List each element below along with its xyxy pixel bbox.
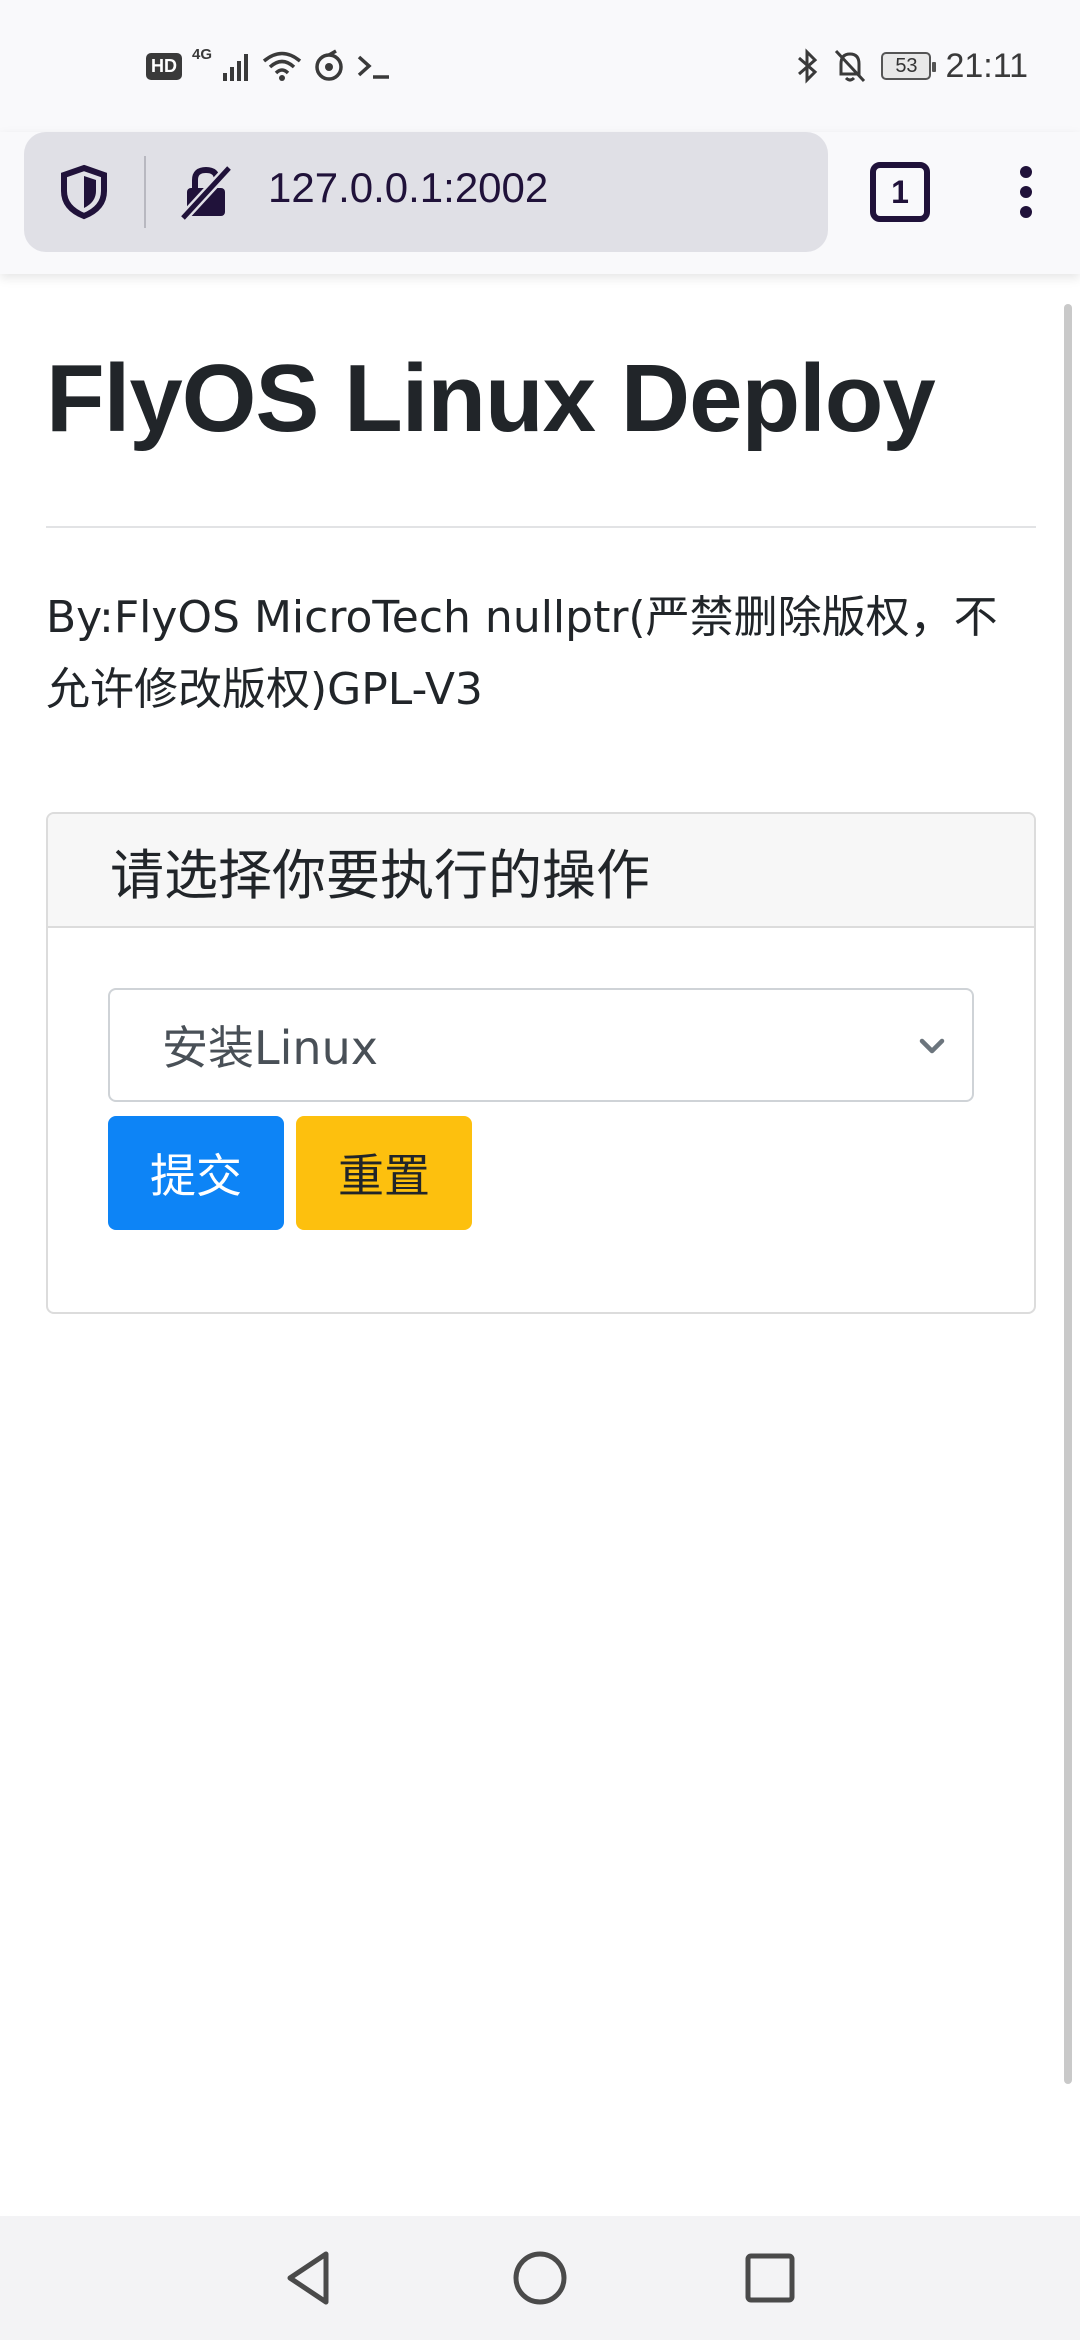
bell-off-icon [835,49,866,83]
url-text[interactable]: 127.0.0.1:2002 [268,164,548,212]
browser-toolbar: 127.0.0.1:2002 1 [0,132,1080,274]
insecure-lock-icon[interactable] [176,162,236,222]
web-page: FlyOS Linux Deploy By:FlyOS MicroTech nu… [0,274,1080,2216]
battery-icon: 53 [881,52,937,80]
bluetooth-icon [798,48,818,84]
sync-icon [315,49,343,81]
byline-text: By:FlyOS MicroTech nullptr(严禁删除版权，不允许修改版… [46,592,998,715]
card-header: 请选择你要执行的操作 [48,814,1034,928]
clock-time: 21:11 [945,46,1028,85]
page-title: FlyOS Linux Deploy [46,345,936,452]
chevron-down-icon [919,1038,945,1054]
signal-icon [223,54,249,81]
network-type-label: 4G [192,46,213,63]
system-nav-bar [0,2216,1080,2340]
shield-icon[interactable] [54,162,114,222]
url-bar[interactable]: 127.0.0.1:2002 [24,132,828,252]
kebab-menu-icon[interactable] [1000,162,1052,222]
url-divider [144,156,146,228]
wifi-icon [262,51,302,81]
status-right-icons: 53 21:11 [795,44,1028,88]
back-icon[interactable] [280,2246,340,2310]
operation-card: 请选择你要执行的操作 安装Linux 提交 重置 [46,812,1036,1314]
operation-select[interactable]: 安装Linux [108,988,974,1102]
recents-icon[interactable] [740,2246,800,2310]
tabs-icon[interactable]: 1 [870,162,930,222]
status-left-icons: HD 4G [146,44,392,88]
title-divider [46,526,1036,528]
status-bar: HD 4G 53 21:11 [0,0,1080,132]
page-scrollbar[interactable] [1064,304,1072,2084]
reset-button[interactable]: 重置 [296,1116,472,1230]
operation-select-value: 安装Linux [162,1021,378,1075]
hd-icon: HD [146,52,182,80]
home-icon[interactable] [510,2246,570,2310]
terminal-icon [357,55,390,79]
submit-button[interactable]: 提交 [108,1116,284,1230]
